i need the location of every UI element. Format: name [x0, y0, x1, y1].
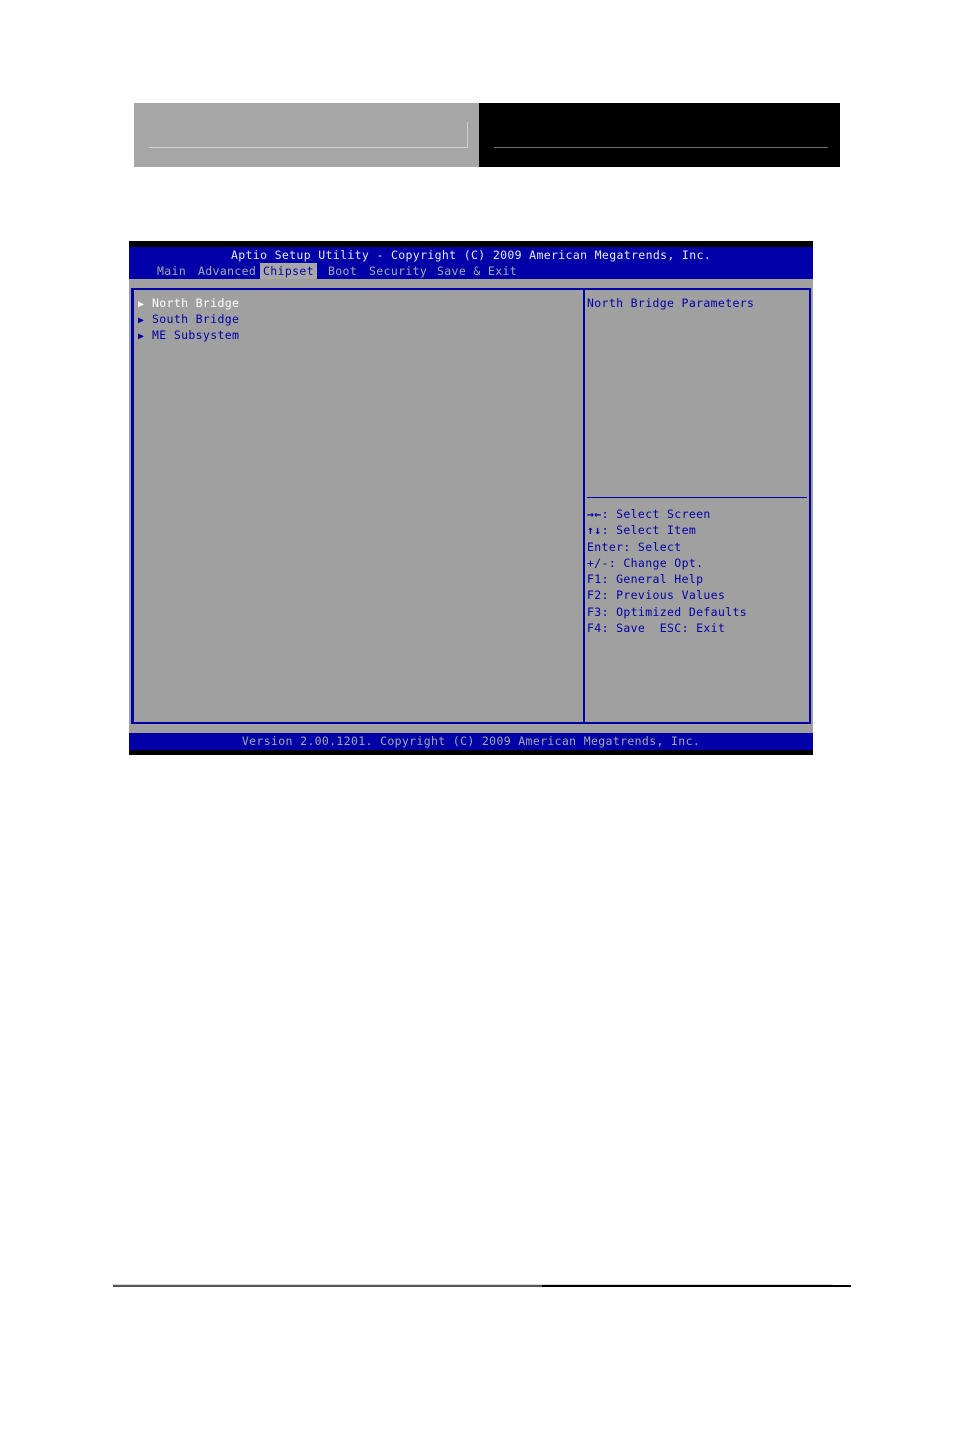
bios-version-footer: Version 2.00.1201. Copyright (C) 2009 Am… — [129, 733, 813, 750]
menu-item-me-subsystem[interactable]: ▶ ME Subsystem — [138, 327, 239, 343]
tab-advanced[interactable]: Advanced — [195, 263, 259, 279]
bios-title: Aptio Setup Utility - Copyright (C) 2009… — [129, 247, 813, 263]
tab-main[interactable]: Main — [154, 263, 189, 279]
key-f4-esc: F4: Save ESC: Exit — [587, 621, 726, 636]
header-rule-vertical — [467, 122, 468, 148]
tab-save-exit[interactable]: Save & Exit — [434, 263, 520, 279]
help-divider — [587, 497, 807, 498]
key-select-screen: →←: Select Screen — [587, 507, 711, 521]
page-header-left-band — [134, 103, 479, 167]
key-select-item: ↑↓: Select Item — [587, 523, 697, 538]
key-f3: F3: Optimized Defaults — [587, 604, 748, 619]
menu-item-label: North Bridge — [152, 296, 240, 310]
key-enter: Enter: Select — [587, 539, 682, 554]
header-rule — [494, 147, 828, 148]
page-header-right-band — [479, 103, 840, 167]
menu-item-north-bridge[interactable]: ▶ North Bridge — [138, 295, 239, 311]
key-change-opt: +/-: Change Opt. — [587, 555, 704, 570]
submenu-arrow-icon: ▶ — [138, 331, 145, 342]
key-f1: F1: General Help — [587, 572, 704, 587]
tab-security[interactable]: Security — [366, 263, 430, 279]
tab-chipset[interactable]: Chipset — [260, 263, 317, 279]
footer-rule-left — [113, 1285, 542, 1287]
up-down-arrows-icon: ↑↓ — [587, 523, 602, 538]
bios-setup-screenshot: Aptio Setup Utility - Copyright (C) 2009… — [129, 241, 813, 755]
menu-item-label: ME Subsystem — [152, 328, 240, 342]
footer-rule-right — [542, 1285, 851, 1287]
key-legend: →←: Select Screen ↑↓: Select Item Enter:… — [587, 506, 747, 636]
left-right-arrows-icon: →← — [587, 507, 602, 521]
tab-boot[interactable]: Boot — [325, 263, 360, 279]
item-help-text: North Bridge Parameters — [587, 296, 755, 310]
menu-item-label: South Bridge — [152, 312, 240, 326]
menu-item-south-bridge[interactable]: ▶ South Bridge — [138, 311, 239, 327]
header-rule — [149, 147, 468, 148]
help-pane: North Bridge Parameters →←: Select Scree… — [583, 288, 811, 724]
bios-tab-bar: Main Advanced Chipset Boot Security Save… — [129, 263, 813, 279]
menu-pane: ▶ North Bridge ▶ South Bridge ▶ ME Subsyste… — [131, 288, 583, 724]
key-f2: F2: Previous Values — [587, 588, 726, 603]
bios-body: ▶ North Bridge ▶ South Bridge ▶ ME Subsyste… — [129, 279, 813, 733]
